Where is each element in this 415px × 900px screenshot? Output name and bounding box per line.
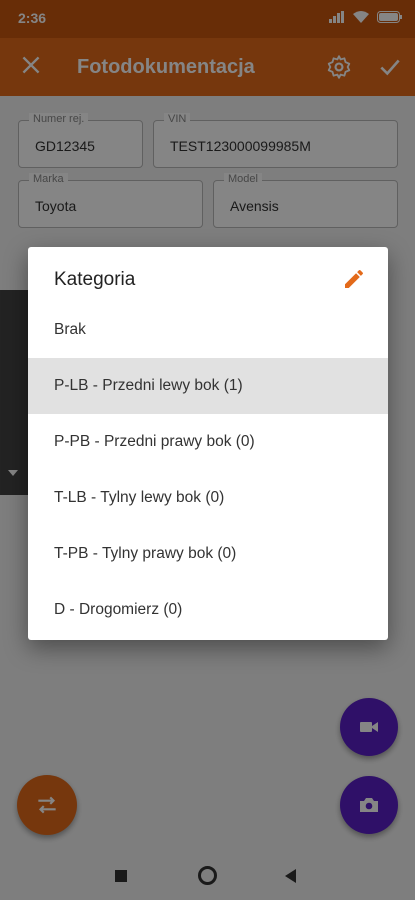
category-option-p-pb[interactable]: P-PB - Przedni prawy bok (0) bbox=[28, 414, 388, 470]
option-label: T-PB - Tylny prawy bok (0) bbox=[54, 545, 237, 562]
category-option-d[interactable]: D - Drogomierz (0) bbox=[28, 582, 388, 638]
option-label: Brak bbox=[54, 321, 86, 338]
option-label: D - Drogomierz (0) bbox=[54, 601, 183, 618]
option-label: P-PB - Przedni prawy bok (0) bbox=[54, 433, 255, 450]
category-option-t-pb[interactable]: T-PB - Tylny prawy bok (0) bbox=[28, 526, 388, 582]
option-label: P-LB - Przedni lewy bok (1) bbox=[54, 377, 243, 394]
category-option-t-lb[interactable]: T-LB - Tylny lewy bok (0) bbox=[28, 470, 388, 526]
dialog-title: Kategoria bbox=[54, 269, 136, 290]
option-label: T-LB - Tylny lewy bok (0) bbox=[54, 489, 225, 506]
category-option-p-lb[interactable]: P-LB - Przedni lewy bok (1) bbox=[28, 358, 388, 414]
category-dialog: Kategoria Brak P-LB - Przedni lewy bok (… bbox=[28, 247, 388, 640]
category-option-brak[interactable]: Brak bbox=[28, 302, 388, 358]
edit-icon[interactable] bbox=[342, 267, 366, 291]
